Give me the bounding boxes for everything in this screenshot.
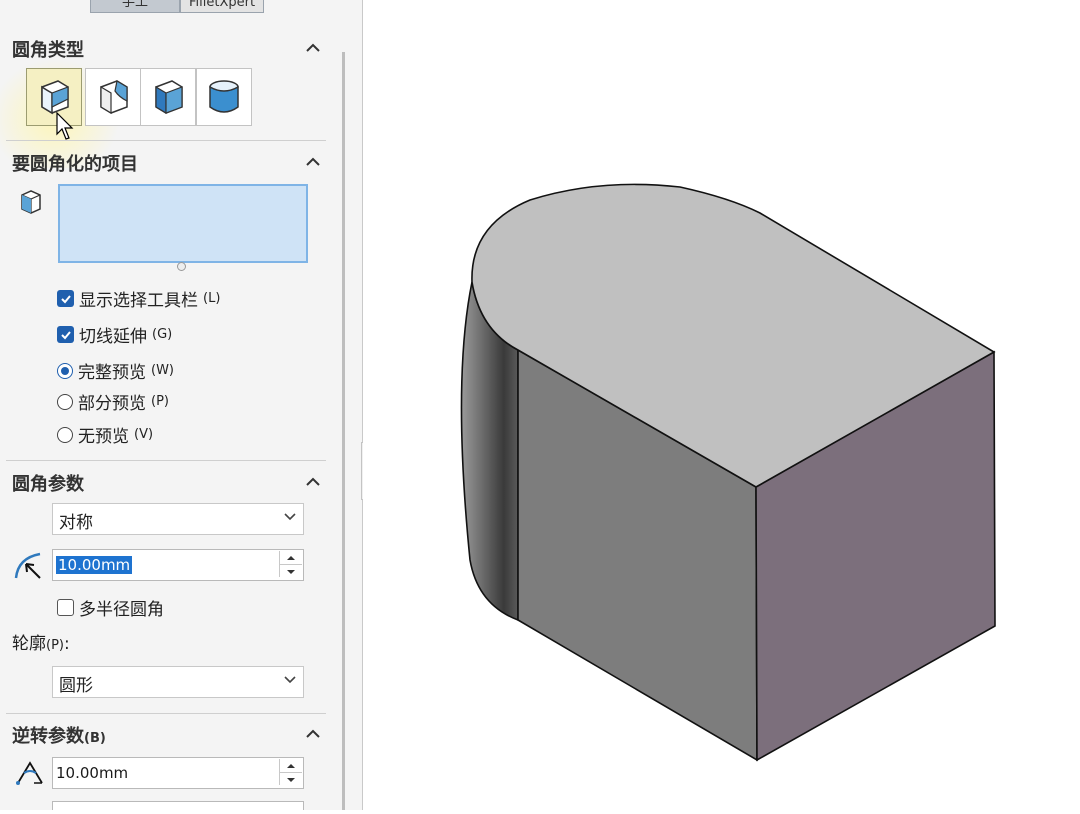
setback-distance-input[interactable]: 10.00mm [52,757,304,789]
spin-up-icon[interactable] [280,551,302,565]
radio-unselected-icon [57,393,73,410]
mouse-cursor-icon [56,112,74,140]
section-title-setback-parameters: 逆转参数(B) [12,722,106,748]
spin-down-icon[interactable] [280,773,302,786]
setback-distance-value: 10.00mm [56,764,129,782]
collapse-chevron-icon[interactable] [305,726,321,742]
panel-tabs: 手工 FilletXpert [90,0,265,13]
full-round-fillet-icon [209,80,239,113]
option-label: 部分预览 [78,394,146,414]
spin-up-icon[interactable] [280,759,302,773]
option-label: 完整预览 [78,363,146,383]
items-selection-box[interactable] [58,184,308,263]
checkbox-unchecked-icon [57,599,74,616]
option-label: 多半径圆角 [79,600,164,620]
profile-select[interactable]: 圆形 [52,666,304,698]
setback-next-input[interactable] [52,801,304,810]
checkbox-checked-icon [57,290,74,307]
option-mnemonic: (W) [151,363,174,378]
partial-preview-radio[interactable]: 部分预览 (P) [57,389,169,414]
3d-model [460,183,996,762]
fillet-method-select[interactable]: 对称 [52,503,304,535]
full-preview-radio[interactable]: 完整预览 (W) [57,358,174,383]
radius-input[interactable]: 10.00mm [52,549,304,581]
option-label: 切线延伸 [79,327,147,347]
setback-spinner[interactable] [279,759,302,785]
section-title-mnemonic: (B) [84,731,106,746]
resize-grip[interactable] [177,262,186,271]
chevron-down-icon [284,676,296,684]
tab-manual[interactable]: 手工 [90,0,180,13]
setback-distance-icon [16,761,43,785]
option-label: 显示选择工具栏 [79,291,198,311]
tangent-propagation-checkbox[interactable]: 切线延伸 (G) [57,322,172,347]
section-title-items-to-fillet: 要圆角化的项目 [12,154,138,175]
option-mnemonic: (P) [151,394,169,409]
chevron-down-icon [284,513,296,521]
divider [6,713,326,714]
profile-label-text: 轮廓 [12,634,46,654]
select-value: 圆形 [59,676,93,696]
multi-radius-checkbox[interactable]: 多半径圆角 [57,595,164,620]
fillet-type-full-round-button[interactable] [196,68,252,126]
option-mnemonic: (G) [152,327,173,342]
collapse-chevron-icon[interactable] [305,154,321,170]
variable-fillet-icon [100,80,128,115]
option-mnemonic: (L) [203,291,221,306]
no-preview-radio[interactable]: 无预览 (V) [57,422,153,447]
panel-scrollbar[interactable] [342,52,345,810]
collapse-chevron-icon[interactable] [305,474,321,490]
section-title-fillet-parameters: 圆角参数 [12,474,84,495]
edges-faces-icon [21,190,41,214]
property-manager-panel: 手工 FilletXpert 圆角类型 要圆角化的项目 显示选择工具栏 (L) … [0,0,363,810]
option-label: 无预览 [78,427,129,447]
checkbox-checked-icon [57,326,74,343]
radio-selected-icon [57,362,73,379]
divider [6,460,326,461]
select-value: 对称 [59,513,93,533]
constant-fillet-icon [41,80,69,115]
graphics-viewport[interactable] [363,0,1080,810]
radius-value: 10.00mm [56,556,133,574]
radius-icon [14,552,41,579]
radio-unselected-icon [57,426,73,443]
radius-spinner[interactable] [279,551,302,577]
divider [6,140,326,141]
fillet-type-face-button[interactable] [140,68,196,126]
fillet-type-variable-size-button[interactable] [85,68,141,126]
profile-label-colon: : [63,634,70,654]
profile-label: 轮廓(P): [12,629,70,654]
section-title-text: 逆转参数 [12,726,84,747]
show-selection-toolbar-checkbox[interactable]: 显示选择工具栏 (L) [57,286,220,311]
option-mnemonic: (V) [134,427,154,442]
tab-filletxpert[interactable]: FilletXpert [180,0,265,13]
collapse-chevron-icon[interactable] [305,40,321,56]
profile-label-mnemonic: (P) [46,638,64,653]
face-fillet-icon [155,80,183,115]
spin-down-icon[interactable] [280,565,302,578]
